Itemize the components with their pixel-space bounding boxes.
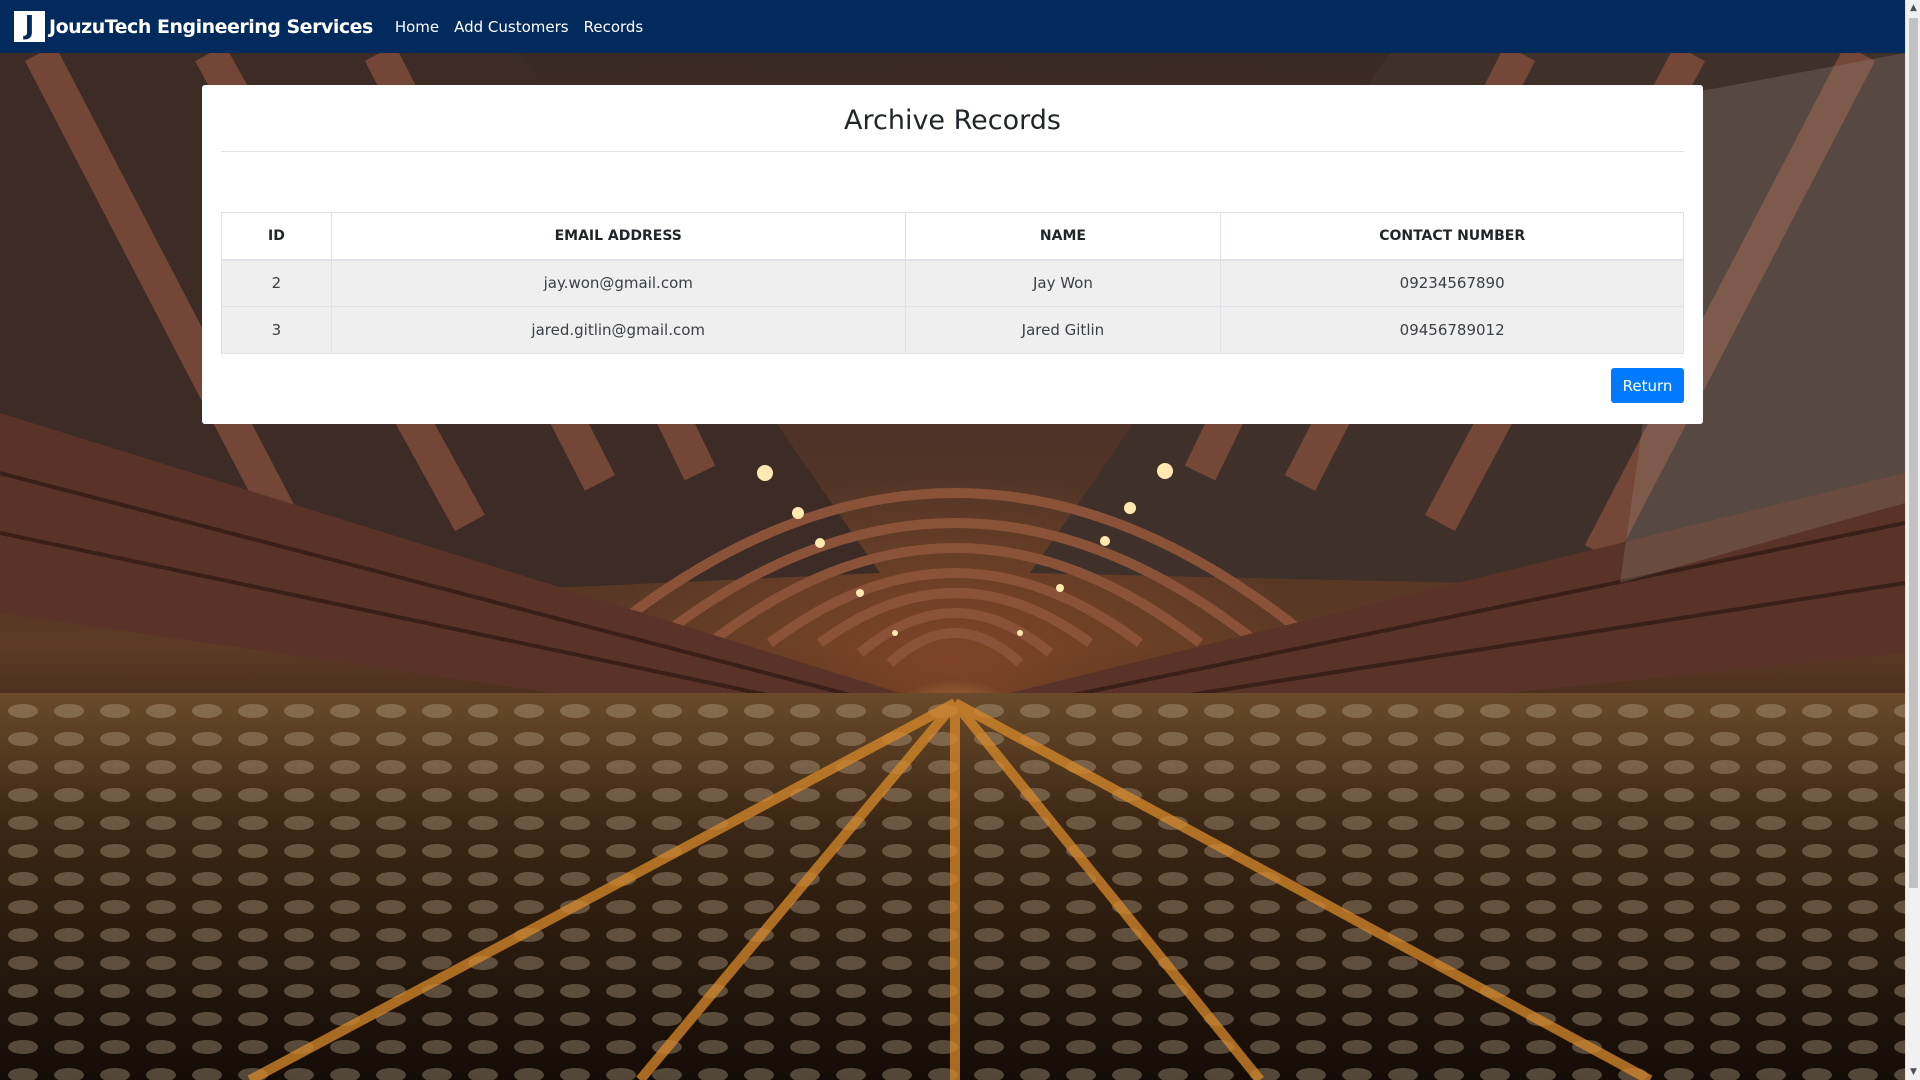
cell-id: 2 [221, 259, 332, 307]
column-header-contact: CONTACT NUMBER [1220, 212, 1684, 261]
scroll-down-arrow-icon[interactable]: ▼ [1906, 1064, 1920, 1080]
table-row: 3 jared.gitlin@gmail.com Jared Gitlin 09… [221, 306, 1684, 354]
cell-contact: 09456789012 [1220, 306, 1684, 354]
cell-email: jay.won@gmail.com [330, 259, 906, 307]
cell-contact: 09234567890 [1220, 259, 1684, 307]
title-divider [221, 151, 1684, 152]
page-scrollbar[interactable]: ▲ ▼ [1905, 0, 1920, 1080]
column-header-email: EMAIL ADDRESS [330, 212, 906, 261]
nav-link-add-customers[interactable]: Add Customers [454, 18, 569, 36]
scroll-thumb[interactable] [1909, 18, 1918, 888]
column-header-name: NAME [904, 212, 1222, 261]
return-button[interactable]: Return [1611, 368, 1684, 403]
archive-records-table: ID EMAIL ADDRESS NAME CONTACT NUMBER 2 j… [221, 212, 1684, 354]
column-header-id: ID [221, 212, 332, 261]
cell-name: Jay Won [904, 259, 1222, 307]
brand-logo-icon[interactable]: J [14, 11, 45, 42]
nav-link-home[interactable]: Home [395, 18, 439, 36]
table-header-row: ID EMAIL ADDRESS NAME CONTACT NUMBER [221, 212, 1684, 261]
archive-records-card: Archive Records ID EMAIL ADDRESS NAME CO… [202, 85, 1703, 424]
cell-name: Jared Gitlin [904, 306, 1222, 354]
top-navbar: J JouzuTech Engineering Services Home Ad… [0, 0, 1905, 53]
scroll-up-arrow-icon[interactable]: ▲ [1906, 0, 1920, 16]
table-row: 2 jay.won@gmail.com Jay Won 09234567890 [221, 259, 1684, 307]
brand-name[interactable]: JouzuTech Engineering Services [49, 16, 373, 38]
cell-id: 3 [221, 306, 332, 354]
cell-email: jared.gitlin@gmail.com [330, 306, 906, 354]
nav-link-records[interactable]: Records [584, 18, 644, 36]
page-title: Archive Records [844, 105, 1061, 136]
